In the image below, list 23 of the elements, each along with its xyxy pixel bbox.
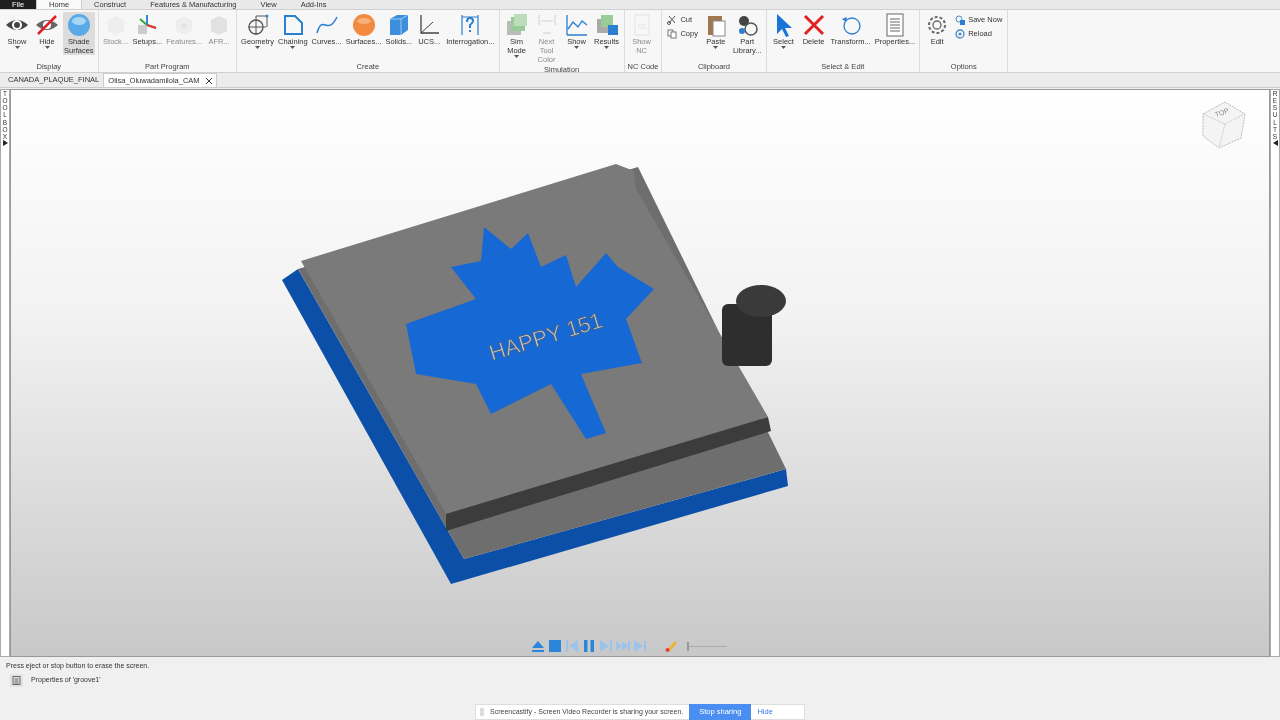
expand-icon <box>1272 140 1278 146</box>
sphere-icon <box>351 13 376 37</box>
plaque-model-drawing[interactable] <box>282 164 788 584</box>
stop-icon[interactable] <box>548 639 562 653</box>
eraser-icon[interactable] <box>664 639 678 653</box>
copy-icon <box>667 28 678 39</box>
speed-slider[interactable] <box>687 641 727 651</box>
drag-handle-icon[interactable] <box>480 708 484 716</box>
circle-point-icon <box>245 13 270 37</box>
axes-icon <box>417 13 442 37</box>
save-gear-icon <box>955 14 966 25</box>
properties-icon[interactable] <box>10 674 23 687</box>
hidden-eye-icon <box>35 13 59 37</box>
engraved-text: HAPPY 151 <box>486 307 606 366</box>
stacked-sheets-icon <box>504 13 529 37</box>
eject-icon[interactable] <box>531 639 545 653</box>
line-chart-icon <box>564 13 589 37</box>
close-icon[interactable] <box>205 77 212 84</box>
close-icon <box>801 13 826 37</box>
expand-icon <box>2 140 8 146</box>
pause-icon[interactable] <box>582 639 596 653</box>
sphere-icon <box>66 13 91 37</box>
scissors-icon <box>667 14 678 25</box>
